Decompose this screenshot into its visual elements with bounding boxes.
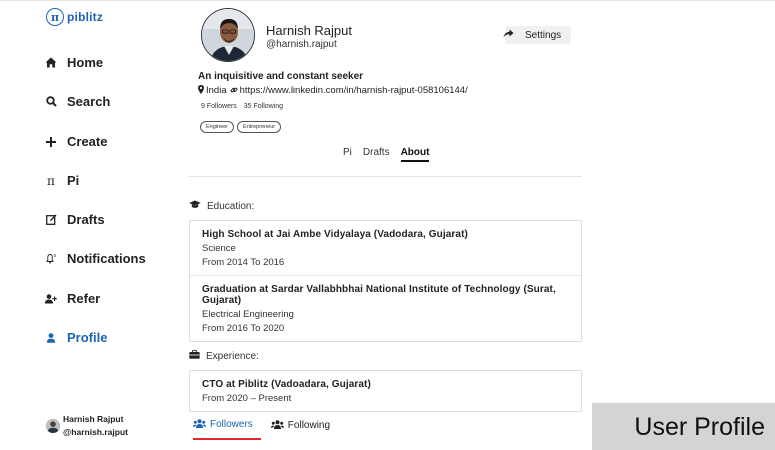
profile-tags: Engineer Entrepreneur xyxy=(200,121,284,133)
education-field: Electrical Engineering xyxy=(202,309,294,320)
svg-text:0: 0 xyxy=(54,253,57,258)
sidebar-item-create[interactable]: Create xyxy=(45,134,107,149)
education-title: Graduation at Sardar Vallabhbhai Nationa… xyxy=(202,284,556,306)
search-icon xyxy=(45,96,57,107)
sidebar-user-handle: @harnish.rajput xyxy=(63,427,128,437)
map-marker-icon xyxy=(198,85,204,96)
list-item: Graduation at Sardar Vallabhbhai Nationa… xyxy=(190,276,581,341)
tab-following[interactable]: Following xyxy=(270,419,332,440)
settings-label: Settings xyxy=(525,29,562,41)
page-caption-overlay: User Profile xyxy=(592,403,775,450)
tag-chip[interactable]: Entrepreneur xyxy=(237,121,282,133)
following-count[interactable]: 35 Following xyxy=(244,103,283,110)
settings-button[interactable]: Settings xyxy=(503,26,572,44)
experience-card: CTO at Piblitz (Vadoadara, Gujarat) From… xyxy=(189,370,582,412)
sidebar-item-label: Drafts xyxy=(67,212,105,227)
tab-pi[interactable]: Pi xyxy=(343,147,352,162)
edit-icon xyxy=(45,214,57,225)
sidebar-item-label: Notifications xyxy=(67,251,146,266)
list-item: CTO at Piblitz (Vadoadara, Gujarat) From… xyxy=(190,371,581,411)
sidebar: π piblitz Home Search Create π Pi Drafts… xyxy=(0,1,170,450)
sidebar-item-label: Search xyxy=(67,94,111,109)
sidebar-item-label: Create xyxy=(67,134,108,149)
follow-tabs: Followers Following xyxy=(193,419,342,440)
brand-logo[interactable]: π piblitz xyxy=(46,8,103,26)
profile-tabs: Pi Drafts About xyxy=(343,147,440,162)
sidebar-item-refer[interactable]: Refer xyxy=(45,291,100,306)
sidebar-item-label: Home xyxy=(67,55,104,70)
profile-link[interactable]: https://www.linkedin.com/in/harnish-rajp… xyxy=(240,85,468,96)
sidebar-item-home[interactable]: Home xyxy=(45,55,103,70)
user-plus-icon xyxy=(45,293,57,304)
followers-count[interactable]: 9 Followers xyxy=(201,103,237,110)
follow-counts: 9 Followers 35 Following xyxy=(201,103,288,110)
sidebar-item-profile[interactable]: Profile xyxy=(45,330,107,345)
brand-name: piblitz xyxy=(67,10,104,24)
following-tab-label: Following xyxy=(287,420,331,431)
profile-meta-row: India https://www.linkedin.com/in/harnis… xyxy=(198,85,468,96)
sidebar-current-user[interactable]: Harnish Rajput @harnish.rajput xyxy=(46,413,128,439)
education-heading: Education: xyxy=(189,200,254,212)
tab-followers[interactable]: Followers xyxy=(193,419,261,440)
page-caption: User Profile xyxy=(634,412,765,441)
sidebar-user-name: Harnish Rajput xyxy=(63,414,124,424)
education-title: High School at Jai Ambe Vidyalaya (Vadod… xyxy=(202,229,468,240)
followers-tab-label: Followers xyxy=(210,419,253,430)
home-icon xyxy=(45,57,57,68)
experience-period: From 2020 – Present xyxy=(202,393,292,404)
experience-title: CTO at Piblitz (Vadoadara, Gujarat) xyxy=(202,379,371,390)
education-card: High School at Jai Ambe Vidyalaya (Vadod… xyxy=(189,220,582,342)
education-field: Science xyxy=(202,243,236,254)
plus-icon xyxy=(45,136,57,147)
sidebar-item-drafts[interactable]: Drafts xyxy=(45,212,105,227)
profile-avatar xyxy=(201,8,255,62)
users-icon xyxy=(193,419,206,430)
link-icon xyxy=(230,86,238,96)
education-label: Education: xyxy=(207,200,255,212)
education-period: From 2016 To 2020 xyxy=(202,323,285,334)
share-icon xyxy=(503,29,514,42)
profile-name: Harnish Rajput xyxy=(266,23,352,38)
sidebar-item-pi[interactable]: π Pi xyxy=(45,173,79,188)
graduation-cap-icon xyxy=(189,200,201,212)
bell-icon: 0 xyxy=(45,253,57,264)
sidebar-item-label: Pi xyxy=(67,173,80,188)
profile-handle: @harnish.rajput xyxy=(266,39,337,50)
pi-logo-icon: π xyxy=(46,8,64,26)
tab-about[interactable]: About xyxy=(400,147,430,162)
users-icon xyxy=(270,420,284,431)
profile-location: India xyxy=(206,85,227,96)
list-item: High School at Jai Ambe Vidyalaya (Vadod… xyxy=(190,221,581,276)
sidebar-item-notifications[interactable]: 0 Notifications xyxy=(45,251,146,266)
sidebar-item-label: Refer xyxy=(67,291,101,306)
user-icon xyxy=(45,332,57,343)
experience-label: Experience: xyxy=(206,350,259,362)
avatar xyxy=(46,419,60,433)
tag-chip[interactable]: Engineer xyxy=(200,121,235,133)
pi-icon: π xyxy=(47,173,55,188)
divider xyxy=(189,176,582,177)
profile-bio: An inquisitive and constant seeker xyxy=(198,71,364,82)
briefcase-icon xyxy=(189,349,200,362)
experience-heading: Experience: xyxy=(189,349,259,362)
tab-drafts[interactable]: Drafts xyxy=(363,147,390,162)
sidebar-item-search[interactable]: Search xyxy=(45,94,110,109)
sidebar-item-label: Profile xyxy=(67,330,108,345)
education-period: From 2014 To 2016 xyxy=(202,257,285,268)
